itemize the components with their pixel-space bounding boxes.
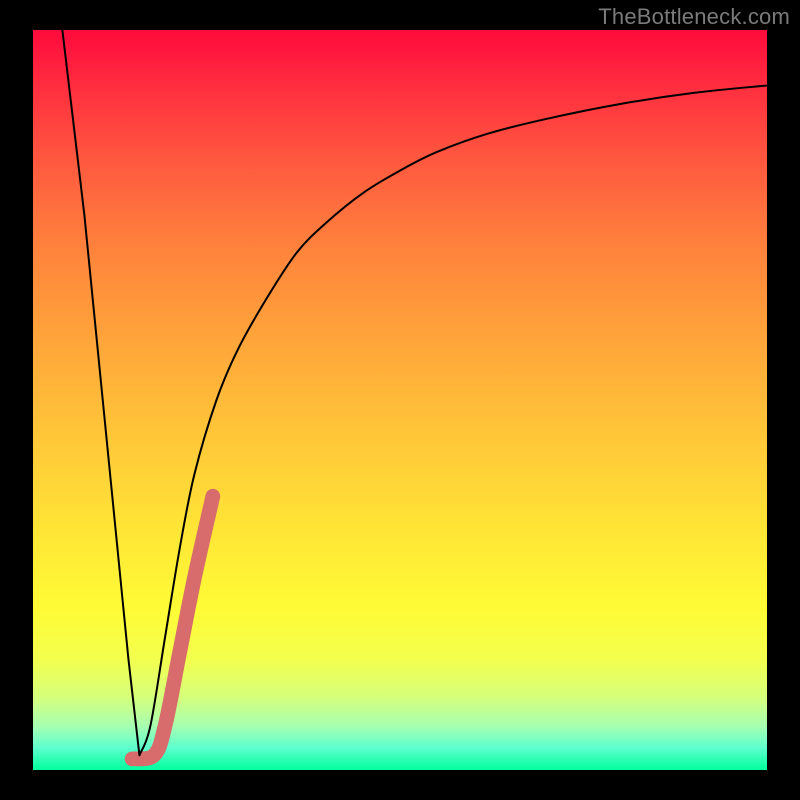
plot-area — [33, 30, 767, 770]
curve-left-descent — [62, 30, 139, 755]
chart-frame: TheBottleneck.com — [0, 0, 800, 800]
marker-stroke — [132, 496, 213, 759]
curve-right — [139, 86, 767, 756]
chart-svg — [33, 30, 767, 770]
watermark-text: TheBottleneck.com — [598, 4, 790, 30]
